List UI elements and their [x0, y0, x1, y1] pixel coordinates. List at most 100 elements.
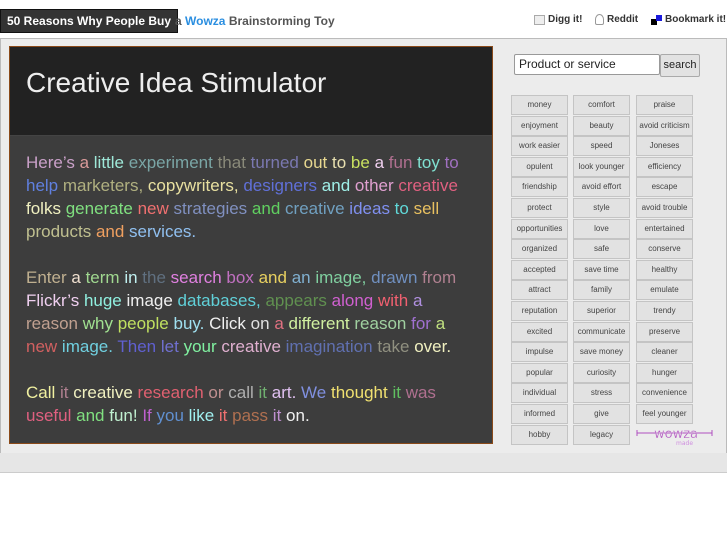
- reason-button[interactable]: give: [573, 404, 630, 424]
- reason-button[interactable]: feel younger: [636, 404, 693, 424]
- reason-button[interactable]: superior: [573, 301, 630, 321]
- reason-button[interactable]: praise: [636, 95, 693, 115]
- word: toy: [417, 153, 440, 172]
- reason-button[interactable]: friendship: [511, 177, 568, 198]
- word: buy.: [173, 314, 205, 333]
- wowza-logo[interactable]: wowza made: [636, 424, 714, 446]
- reason-button[interactable]: emulate: [636, 280, 693, 301]
- word: Then: [117, 337, 157, 356]
- word: experiment: [128, 153, 213, 172]
- footer-band: [0, 453, 727, 473]
- reason-button[interactable]: opulent: [511, 156, 568, 177]
- word: like: [188, 406, 215, 425]
- reddit-link[interactable]: Reddit: [595, 14, 638, 25]
- reason-button[interactable]: safe: [573, 239, 630, 260]
- reason-button[interactable]: hunger: [636, 362, 693, 383]
- reason-button[interactable]: love: [573, 218, 630, 239]
- word: strategies: [173, 199, 248, 218]
- reason-button[interactable]: stress: [573, 383, 630, 404]
- word: an: [291, 268, 311, 287]
- digg-link[interactable]: Digg it!: [534, 14, 582, 25]
- reason-button[interactable]: trendy: [636, 301, 693, 321]
- word: let: [160, 337, 179, 356]
- word: and: [321, 176, 351, 195]
- reason-button[interactable]: accepted: [511, 259, 568, 280]
- reason-button[interactable]: family: [573, 280, 630, 301]
- word: imagination: [285, 337, 373, 356]
- digg-label: Digg it!: [548, 14, 583, 25]
- reason-button[interactable]: comfort: [573, 95, 630, 115]
- reason-button[interactable]: efficiency: [636, 156, 693, 177]
- word: fun!: [109, 406, 138, 425]
- word: to: [444, 153, 459, 172]
- reason-button[interactable]: legacy: [573, 424, 630, 445]
- reason-button[interactable]: beauty: [573, 115, 630, 136]
- word: your: [183, 337, 217, 356]
- word: on: [250, 314, 270, 333]
- reason-button[interactable]: reputation: [511, 301, 568, 321]
- reason-button[interactable]: informed: [511, 404, 568, 424]
- word: creative: [221, 337, 281, 356]
- word: Call: [26, 383, 56, 402]
- word: marketers,: [62, 176, 144, 195]
- reason-button[interactable]: popular: [511, 362, 568, 383]
- reason-button[interactable]: protect: [511, 198, 568, 218]
- reason-button[interactable]: opportunities: [511, 218, 568, 239]
- tagline-suffix: Brainstorming Toy: [228, 14, 335, 28]
- reason-button[interactable]: avoid trouble: [636, 198, 693, 218]
- word: and: [76, 406, 105, 425]
- word: turned: [250, 153, 299, 172]
- site-title[interactable]: 50 Reasons Why People Buy: [0, 9, 179, 33]
- word: it: [258, 383, 268, 402]
- reason-button[interactable]: avoid criticism: [636, 115, 693, 136]
- tagline-prefix: a: [175, 14, 182, 28]
- closing-paragraph: Call it creative research or call it art…: [26, 381, 476, 427]
- word: products: [26, 222, 92, 241]
- reason-button[interactable]: save money: [573, 342, 630, 363]
- reason-button[interactable]: impulse: [511, 342, 568, 363]
- reason-button[interactable]: convenience: [636, 383, 693, 404]
- word: from: [422, 268, 457, 287]
- reason-button[interactable]: individual: [511, 383, 568, 404]
- reason-button[interactable]: look younger: [573, 156, 630, 177]
- bookmark-link[interactable]: Bookmark it!: [651, 14, 726, 25]
- word: Flickr’s: [26, 291, 80, 310]
- wowza-link[interactable]: Wowza: [185, 14, 225, 28]
- reason-button[interactable]: entertained: [636, 218, 693, 239]
- top-bar: 50 Reasons Why People Buy a Wowza Brains…: [0, 0, 727, 38]
- word: image: [126, 291, 173, 310]
- word: was: [405, 383, 436, 402]
- search-input[interactable]: Product or service: [514, 54, 660, 75]
- reason-button[interactable]: excited: [511, 321, 568, 342]
- word: box: [226, 268, 254, 287]
- reason-button[interactable]: cleaner: [636, 342, 693, 363]
- word: people: [117, 314, 169, 333]
- reason-button[interactable]: work easier: [511, 136, 568, 157]
- reason-button[interactable]: escape: [636, 177, 693, 198]
- reason-button[interactable]: communicate: [573, 321, 630, 342]
- word: image,: [315, 268, 367, 287]
- reason-button[interactable]: curiosity: [573, 362, 630, 383]
- word: term: [85, 268, 120, 287]
- reason-button[interactable]: avoid effort: [573, 177, 630, 198]
- reason-button[interactable]: speed: [573, 136, 630, 157]
- reason-button[interactable]: hobby: [511, 424, 568, 445]
- reason-button[interactable]: attract: [511, 280, 568, 301]
- word: it: [60, 383, 69, 402]
- word: creative: [398, 176, 458, 195]
- reason-button[interactable]: enjoyment: [511, 115, 568, 136]
- reddit-label: Reddit: [607, 14, 639, 25]
- reason-button[interactable]: healthy: [636, 259, 693, 280]
- word: thought: [330, 383, 388, 402]
- reason-button[interactable]: Joneses: [636, 136, 693, 157]
- reason-button[interactable]: style: [573, 198, 630, 218]
- word: Here’s: [26, 153, 75, 172]
- reason-button[interactable]: preserve: [636, 321, 693, 342]
- word: image.: [61, 337, 113, 356]
- word: a: [71, 268, 81, 287]
- reason-button[interactable]: conserve: [636, 239, 693, 260]
- reason-button[interactable]: money: [511, 95, 568, 115]
- reason-button[interactable]: organized: [511, 239, 568, 260]
- reason-button[interactable]: save time: [573, 259, 630, 280]
- search-button[interactable]: search: [660, 54, 700, 77]
